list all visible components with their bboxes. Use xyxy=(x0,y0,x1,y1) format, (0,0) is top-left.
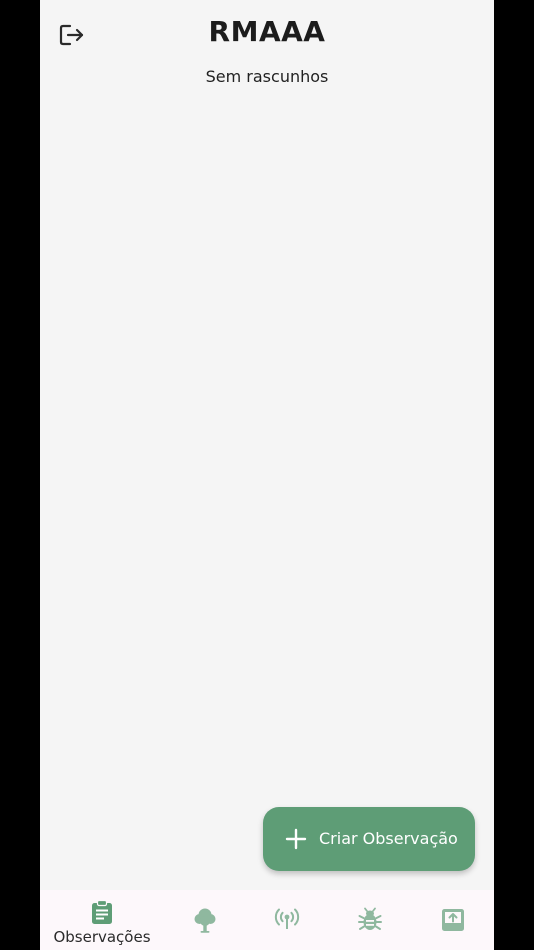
upload-box-icon xyxy=(442,909,464,931)
nav-item-sensors[interactable] xyxy=(262,890,312,950)
app-title: RMAAA xyxy=(208,15,326,48)
bottom-navigation: Observações xyxy=(40,890,494,950)
nav-item-sync[interactable] xyxy=(428,890,478,950)
create-observation-label: Criar Observação xyxy=(319,829,458,848)
nav-item-pests[interactable] xyxy=(345,890,395,950)
nav-label-observations: Observações xyxy=(53,928,151,946)
nav-item-trees[interactable] xyxy=(180,890,230,950)
bug-icon xyxy=(358,907,382,930)
create-observation-button[interactable]: Criar Observação xyxy=(263,807,475,871)
clipboard-icon xyxy=(92,899,112,924)
antenna-icon xyxy=(274,908,300,929)
nav-item-observations[interactable]: Observações xyxy=(48,890,156,950)
tree-icon xyxy=(194,908,216,933)
plus-icon xyxy=(285,828,307,850)
empty-drafts-message: Sem rascunhos xyxy=(205,67,329,86)
app-screen: RMAAA Sem rascunhos Criar Observação Obs… xyxy=(40,0,494,950)
